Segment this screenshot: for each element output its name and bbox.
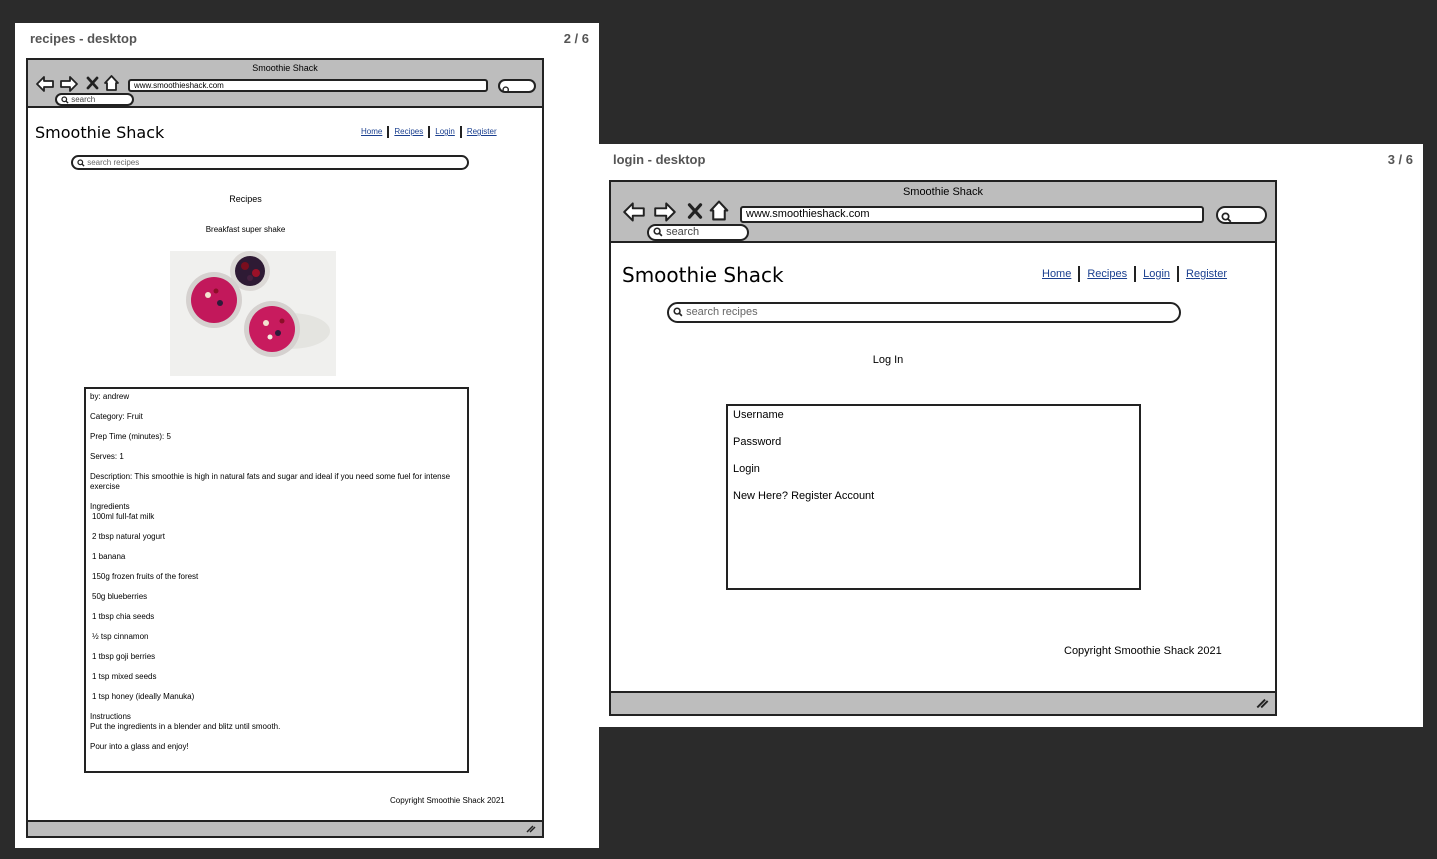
window-title: Smoothie Shack [902, 186, 984, 198]
nav-link-login[interactable]: Login [435, 127, 455, 136]
nav-link-login[interactable]: Login [1143, 268, 1170, 280]
close-icon[interactable] [86, 76, 99, 90]
nav-link-recipes[interactable]: Recipes [1087, 268, 1127, 280]
recipe-search-placeholder: search recipes [87, 158, 140, 167]
site-title: Smoothie Shack [35, 123, 165, 142]
browser-window: Smoothie Shack www.smoothieshack.com sea… [609, 180, 1277, 716]
browser-search-placeholder: search [71, 95, 96, 104]
browser-chrome: Smoothie Shack www.smoothieshack.com sea… [28, 60, 542, 108]
page-heading: Log In [872, 354, 904, 366]
recipes-desktop-sheet: recipes - desktop 2 / 6 Smoothie Shack w… [15, 23, 599, 848]
recipe-details-panel: by: andrew Category: Fruit Prep Time (mi… [84, 387, 469, 773]
magnifier-icon [502, 86, 509, 91]
browser-status-bar [28, 820, 542, 836]
window-title: Smoothie Shack [252, 63, 318, 73]
sheet-title: login - desktop [613, 152, 706, 167]
recipe-serves: Serves: 1 [90, 452, 124, 461]
browser-search-button[interactable] [498, 79, 536, 93]
back-arrow-icon[interactable] [621, 201, 647, 223]
ingredient-item: 50g blueberries [92, 592, 148, 601]
recipe-search-input[interactable]: search recipes [667, 302, 1181, 323]
forward-arrow-icon[interactable] [59, 75, 79, 93]
ingredients-label: Ingredients [90, 502, 130, 511]
ingredient-item: ½ tsp cinnamon [92, 632, 149, 641]
page-heading: Recipes [229, 194, 262, 204]
recipe-closing: Pour into a glass and enjoy! [90, 742, 189, 751]
recipe-photo [170, 251, 336, 376]
nav-link-register[interactable]: Register [1186, 268, 1227, 280]
page-indicator: 2 / 6 [563, 31, 589, 46]
home-icon[interactable] [708, 199, 730, 222]
magnifier-icon [653, 227, 663, 237]
copyright-text: Copyright Smoothie Shack 2021 [390, 796, 505, 805]
nav-separator [428, 126, 431, 138]
browser-search-placeholder: search [666, 226, 700, 238]
browser-search-input[interactable]: search [55, 93, 134, 106]
nav-separator [1177, 266, 1180, 282]
nav-separator [387, 126, 390, 138]
browser-window: Smoothie Shack www.smoothieshack.com sea… [26, 58, 544, 838]
magnifier-icon [1221, 212, 1232, 222]
browser-search-input[interactable]: search [647, 224, 749, 241]
register-account-link[interactable]: New Here? Register Account [733, 490, 1134, 503]
close-icon[interactable] [687, 202, 703, 220]
nav-separator [459, 126, 462, 138]
browser-status-bar [611, 691, 1275, 714]
nav-separator [1134, 266, 1137, 282]
nav-link-home[interactable]: Home [1042, 268, 1071, 280]
recipe-search-input[interactable]: search recipes [71, 155, 469, 170]
login-button[interactable]: Login [733, 463, 1134, 476]
browser-chrome: Smoothie Shack www.smoothieshack.com sea… [611, 182, 1275, 243]
ingredient-item: 100ml full-fat milk [92, 512, 155, 521]
recipe-description: Description: This smoothie is high in na… [90, 472, 451, 491]
ingredient-item: 1 tsp mixed seeds [92, 672, 157, 681]
smoothie-bowls-image [170, 251, 336, 376]
recipe-prep-time: Prep Time (minutes): 5 [90, 432, 171, 441]
ingredient-item: 1 tbsp chia seeds [92, 612, 155, 621]
ingredient-item: 1 banana [92, 552, 126, 561]
site-nav: Home Recipes Login Register [361, 126, 497, 138]
sheet-title: recipes - desktop [30, 31, 137, 46]
home-icon[interactable] [103, 74, 120, 92]
resize-grip-icon[interactable] [526, 825, 536, 833]
username-field[interactable]: Username [733, 409, 1134, 422]
nav-link-recipes[interactable]: Recipes [394, 127, 423, 136]
recipe-instructions: Put the ingredients in a blender and bli… [90, 722, 281, 731]
copyright-text: Copyright Smoothie Shack 2021 [1064, 645, 1222, 657]
site-title: Smoothie Shack [622, 263, 784, 287]
page-indicator: 3 / 6 [1387, 152, 1413, 167]
back-arrow-icon[interactable] [35, 75, 55, 93]
resize-grip-icon[interactable] [1256, 698, 1269, 709]
instructions-label: Instructions [90, 712, 131, 721]
ingredient-item: 2 tbsp natural yogurt [92, 532, 165, 541]
magnifier-icon [673, 307, 683, 317]
site-nav: Home Recipes Login Register [1042, 266, 1227, 282]
magnifier-icon [61, 96, 69, 104]
recipe-category: Category: Fruit [90, 412, 143, 421]
recipe-name: Breakfast super shake [205, 225, 286, 234]
forward-arrow-icon[interactable] [652, 201, 678, 223]
recipe-search-placeholder: search recipes [686, 306, 758, 318]
nav-link-home[interactable]: Home [361, 127, 382, 136]
ingredient-item: 150g frozen fruits of the forest [92, 572, 199, 581]
ingredient-item: 1 tsp honey (ideally Manuka) [92, 692, 195, 701]
address-bar[interactable]: www.smoothieshack.com [128, 79, 488, 92]
address-bar[interactable]: www.smoothieshack.com [740, 206, 1204, 223]
recipe-author: by: andrew [90, 392, 130, 401]
browser-search-button[interactable] [1216, 206, 1267, 224]
login-form-panel: Username Password Login New Here? Regist… [726, 404, 1141, 590]
login-desktop-sheet: login - desktop 3 / 6 Smoothie Shack www… [599, 144, 1423, 727]
magnifier-icon [77, 159, 85, 167]
nav-separator [1078, 266, 1081, 282]
nav-link-register[interactable]: Register [467, 127, 497, 136]
password-field[interactable]: Password [733, 436, 1134, 449]
ingredient-item: 1 tbsp goji berries [92, 652, 156, 661]
